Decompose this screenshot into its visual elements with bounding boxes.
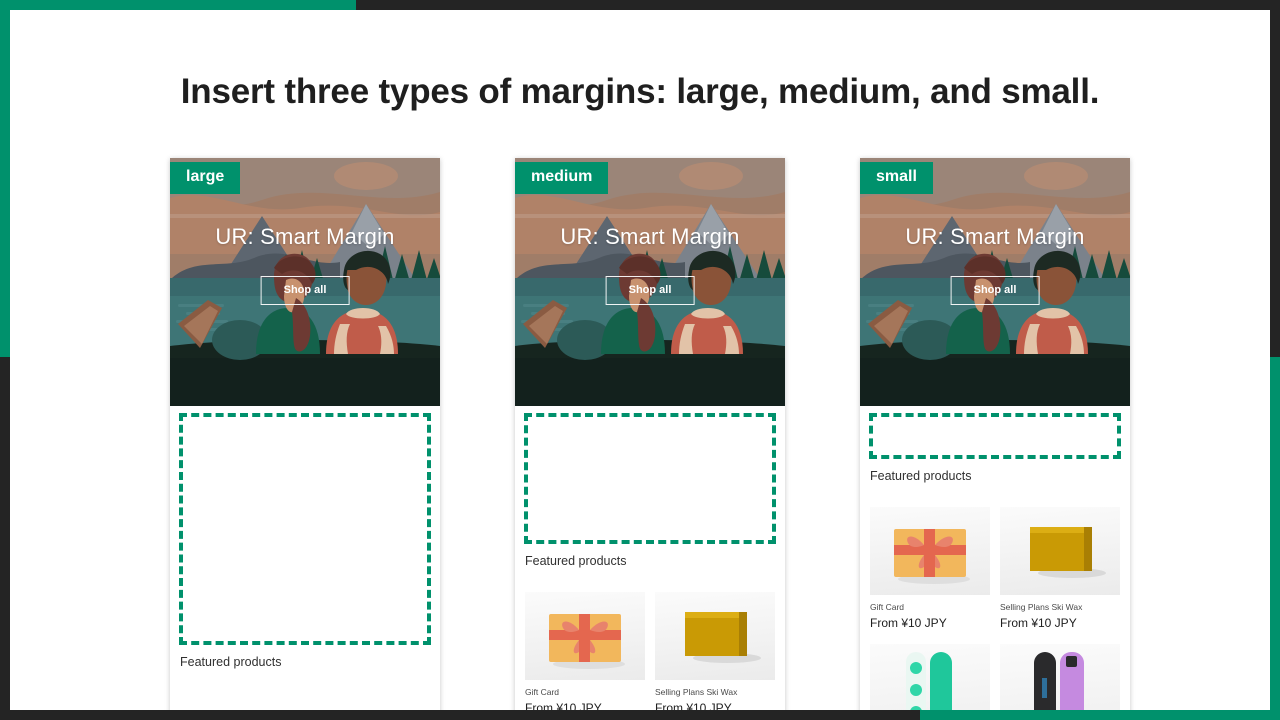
product-name: Selling Plans Ski Wax (1000, 602, 1083, 612)
decor-band-top-green (0, 0, 356, 10)
gift-card-icon (894, 529, 970, 584)
shop-all-button[interactable]: Shop all (260, 276, 350, 305)
product-thumbnail (655, 592, 775, 680)
featured-products-title: Featured products (525, 554, 627, 568)
slide-canvas: Insert three types of margins: large, me… (10, 10, 1270, 710)
product-thumbnail (870, 507, 990, 595)
product-grid: Gift Card From ¥10 JPY Selling Plans Ski… (860, 507, 1130, 630)
featured-products-title: Featured products (180, 655, 282, 669)
banner-heading: UR: Smart Margin (215, 224, 395, 249)
banner-heading: UR: Smart Margin (905, 224, 1085, 249)
product-name: Gift Card (525, 687, 560, 697)
product-grid-row-2 (860, 644, 1130, 710)
ski-wax-icon (685, 612, 761, 663)
product-card[interactable]: Gift Card From ¥10 JPY (525, 592, 645, 710)
hero-banner: small UR: Smart Margin Shop all (860, 158, 1130, 406)
product-card[interactable]: Selling Plans Ski Wax From ¥10 JPY (1000, 507, 1120, 630)
card-row: large UR: Smart Margin Shop all Featured… (170, 158, 1130, 710)
product-thumbnail (1000, 644, 1120, 710)
product-thumbnail (870, 644, 990, 710)
product-price: From ¥10 JPY (655, 701, 732, 710)
product-card[interactable] (870, 644, 990, 710)
product-price: From ¥10 JPY (870, 616, 947, 630)
product-card[interactable]: Gift Card From ¥10 JPY (870, 507, 990, 630)
preview-card-medium[interactable]: medium UR: Smart Margin Shop all Feature… (515, 158, 785, 710)
ski-wax-icon (1030, 527, 1106, 578)
product-card[interactable] (1000, 644, 1120, 710)
margin-guide-box-medium (524, 413, 776, 544)
product-card[interactable]: Selling Plans Ski Wax From ¥10 JPY (655, 592, 775, 710)
product-name: Selling Plans Ski Wax (655, 687, 738, 697)
gift-card-icon (549, 614, 625, 669)
margin-guide-box-small (869, 413, 1121, 459)
margin-size-badge: large (170, 162, 241, 194)
hero-banner: large UR: Smart Margin Shop all (170, 158, 440, 406)
product-grid: Gift Card From ¥10 JPY Selling Plans Ski… (515, 592, 785, 710)
mint-snowboard-icon (906, 652, 952, 710)
margin-size-badge: small (860, 162, 933, 194)
shop-all-button[interactable]: Shop all (605, 276, 695, 305)
decor-band-bottom-green (920, 710, 1280, 720)
product-thumbnail (1000, 507, 1120, 595)
slide-stage: Insert three types of margins: large, me… (0, 0, 1280, 720)
banner-heading: UR: Smart Margin (560, 224, 740, 249)
page-title: Insert three types of margins: large, me… (180, 72, 1100, 111)
product-name: Gift Card (870, 602, 905, 612)
black-purple-snowboard-icon (1034, 652, 1084, 710)
product-thumbnail (525, 592, 645, 680)
margin-guide-box-large (179, 413, 431, 645)
margin-size-badge: medium (515, 162, 609, 194)
featured-products-title: Featured products (870, 469, 972, 483)
hero-banner: medium UR: Smart Margin Shop all (515, 158, 785, 406)
product-price: From ¥10 JPY (1000, 616, 1077, 630)
shop-all-button[interactable]: Shop all (950, 276, 1040, 305)
preview-card-small[interactable]: small UR: Smart Margin Shop all Featured… (860, 158, 1130, 710)
preview-card-large[interactable]: large UR: Smart Margin Shop all Featured… (170, 158, 440, 710)
product-price: From ¥10 JPY (525, 701, 602, 710)
